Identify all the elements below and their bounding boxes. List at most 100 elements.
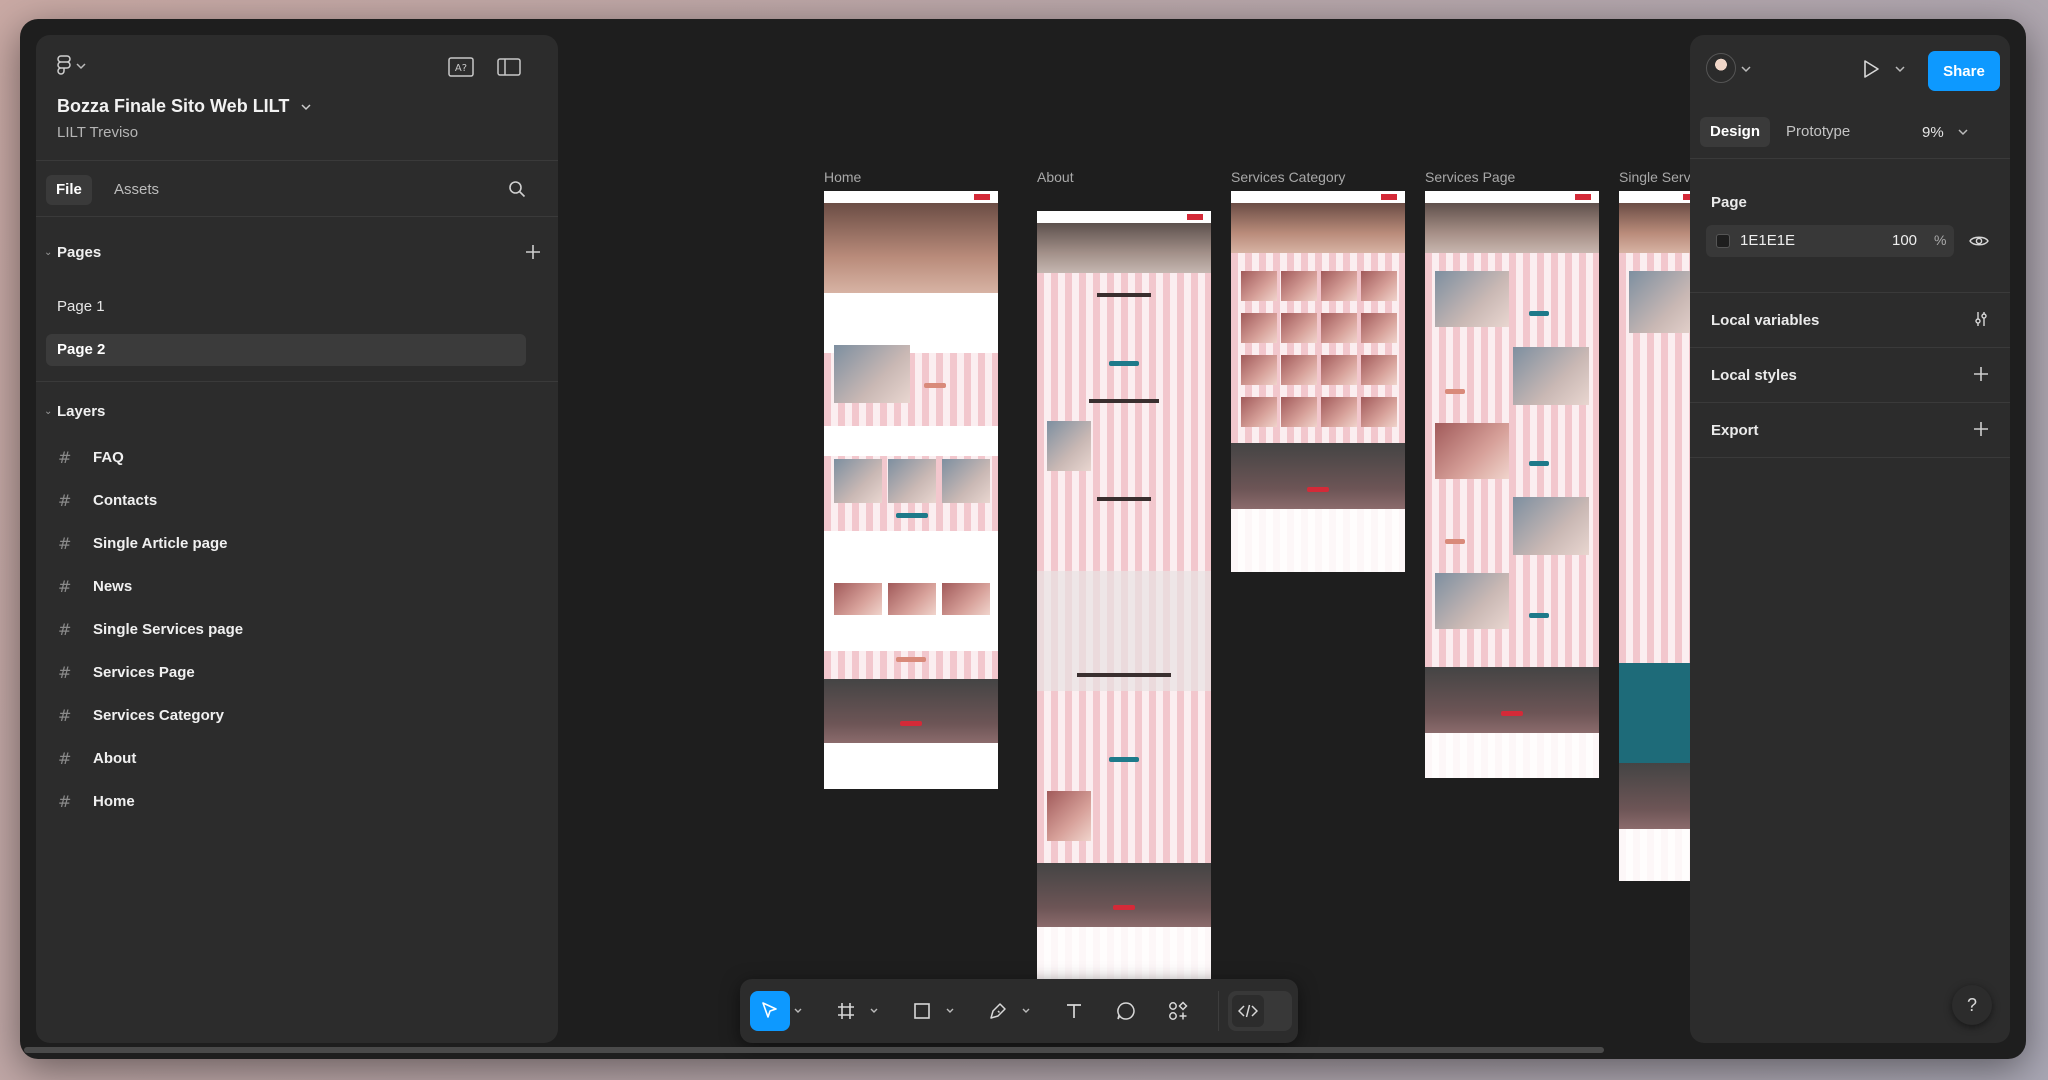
search-icon (508, 180, 526, 198)
frame-icon: # (58, 490, 72, 510)
move-tool-button[interactable] (750, 991, 790, 1031)
actions-tool-button[interactable] (1158, 991, 1198, 1031)
chevron-down-icon (946, 1008, 954, 1014)
frame-button (1307, 487, 1329, 492)
shape-tool-dropdown[interactable] (944, 1004, 956, 1018)
frame-hero (1425, 203, 1599, 253)
opacity-value[interactable]: 100 (1892, 232, 1917, 249)
frame-button (1445, 389, 1465, 394)
local-styles-section[interactable]: Local styles (1690, 348, 2010, 403)
page-item-page-1[interactable]: Page 1 (46, 291, 526, 323)
toggle-ui-button[interactable] (492, 53, 526, 81)
layer-item[interactable]: # FAQ (46, 441, 526, 473)
page-color-input[interactable]: 1E1E1E 100 % (1706, 225, 1954, 257)
layer-item[interactable]: # Services Page (46, 656, 526, 688)
frame-label-single-services[interactable]: Single Servic (1619, 169, 1701, 185)
frame-image (1435, 423, 1509, 479)
tab-file[interactable]: File (46, 175, 92, 205)
layer-item[interactable]: # News (46, 570, 526, 602)
dev-mode-toggle[interactable] (1228, 991, 1292, 1031)
shape-tool-button[interactable] (902, 991, 942, 1031)
pages-section-header[interactable]: ⌄ Pages (36, 235, 558, 269)
layer-item[interactable]: # Contacts (46, 484, 526, 516)
toggle-visibility-button[interactable] (1962, 227, 1996, 255)
canvas-horizontal-scrollbar[interactable] (24, 1047, 1604, 1053)
frame-cta-band (1231, 443, 1405, 509)
frame-services-category[interactable] (1231, 191, 1405, 572)
svg-text:A?: A? (455, 63, 467, 74)
frame-label-services-page[interactable]: Services Page (1425, 169, 1515, 185)
page-item-page-2[interactable]: Page 2 (46, 334, 526, 366)
local-variables-section[interactable]: Local variables (1690, 293, 2010, 348)
add-page-button[interactable] (516, 238, 550, 266)
frame-image (834, 459, 882, 503)
frame-icon: # (58, 576, 72, 596)
layer-item[interactable]: # Single Article page (46, 527, 526, 559)
frame-tool-dropdown[interactable] (868, 1004, 880, 1018)
frame-button (896, 513, 928, 518)
frame-image (888, 583, 936, 615)
layer-item[interactable]: # Home (46, 785, 526, 817)
frame-nav (1037, 211, 1211, 223)
present-button[interactable] (1854, 55, 1888, 83)
layer-item[interactable]: # Services Category (46, 699, 526, 731)
frame-nav (1231, 191, 1405, 203)
layer-name: FAQ (93, 448, 124, 466)
color-swatch[interactable] (1716, 234, 1730, 248)
comment-icon (1116, 1001, 1136, 1021)
frame-label-services-category[interactable]: Services Category (1231, 169, 1345, 185)
frame-tool-button[interactable] (826, 991, 866, 1031)
layer-name: Contacts (93, 491, 158, 509)
tab-design[interactable]: Design (1700, 117, 1771, 147)
main-menu-button[interactable] (56, 55, 86, 77)
frame-image (1361, 271, 1397, 301)
chevron-down-icon (1958, 128, 1968, 136)
present-dropdown[interactable] (1892, 55, 1908, 83)
frame-label-about[interactable]: About (1037, 169, 1074, 185)
frame-button (1445, 539, 1465, 544)
file-name-menu[interactable]: Bozza Finale Sito Web LILT (57, 96, 311, 117)
toolbar-divider (1218, 991, 1219, 1031)
layer-name: Home (93, 792, 135, 810)
eye-icon (1969, 234, 1989, 248)
avatar[interactable] (1706, 53, 1736, 83)
frame-image (834, 345, 910, 403)
layer-name: News (93, 577, 133, 595)
move-tool-dropdown[interactable] (792, 1004, 804, 1018)
frame-image (1321, 355, 1357, 385)
frame-hero (1037, 223, 1211, 273)
layers-section-header[interactable]: ⌄ Layers (36, 394, 558, 428)
frame-about[interactable] (1037, 211, 1211, 993)
help-button[interactable]: ? (1952, 985, 1992, 1025)
frame-home[interactable] (824, 191, 998, 789)
play-icon (1862, 59, 1880, 79)
chevron-down-icon (870, 1008, 878, 1014)
add-style-button[interactable] (1964, 360, 1998, 388)
tab-prototype[interactable]: Prototype (1776, 117, 1860, 147)
color-hex-value[interactable]: 1E1E1E (1740, 232, 1795, 249)
avatar-dropdown[interactable] (1738, 55, 1754, 83)
share-button[interactable]: Share (1928, 51, 2000, 91)
frame-icon (836, 1001, 856, 1021)
layer-name: Single Article page (93, 534, 228, 552)
frame-label-home[interactable]: Home (824, 169, 861, 185)
open-variables-button[interactable] (1964, 305, 1998, 333)
tab-assets[interactable]: Assets (104, 175, 169, 205)
project-name[interactable]: LILT Treviso (57, 124, 138, 141)
zoom-dropdown[interactable]: 9% (1922, 117, 1968, 147)
search-button[interactable] (500, 175, 534, 203)
comment-tool-button[interactable] (1106, 991, 1146, 1031)
ai-rename-button[interactable]: A? (444, 53, 478, 81)
layers-label: Layers (57, 402, 106, 420)
pen-tool-button[interactable] (978, 991, 1018, 1031)
pen-tool-dropdown[interactable] (1020, 1004, 1032, 1018)
text-tool-button[interactable] (1054, 991, 1094, 1031)
pages-label: Pages (57, 243, 102, 261)
export-section[interactable]: Export (1690, 403, 2010, 458)
frame-services-page[interactable] (1425, 191, 1599, 778)
add-export-button[interactable] (1964, 415, 1998, 443)
plus-icon (1973, 421, 1989, 437)
layer-item[interactable]: # Single Services page (46, 613, 526, 645)
layer-item[interactable]: # About (46, 742, 526, 774)
frame-image (1361, 355, 1397, 385)
